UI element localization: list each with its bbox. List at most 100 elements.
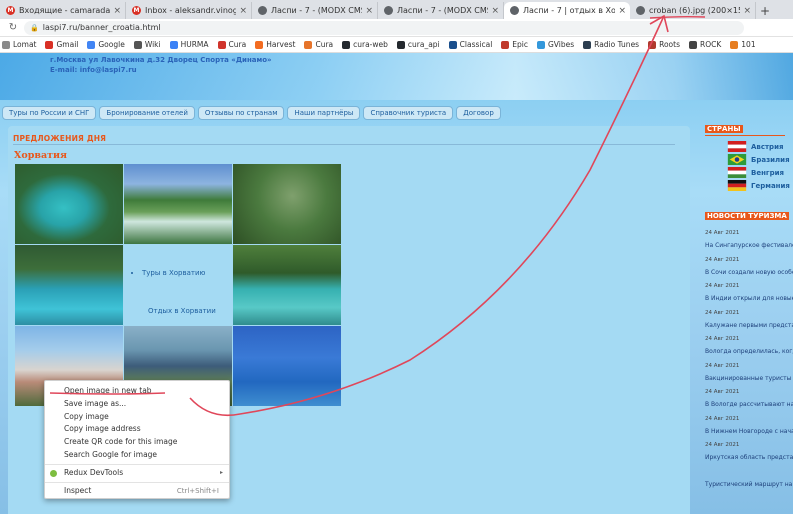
gmail-icon: M [6,6,15,15]
tab-inbox-en[interactable]: M Inbox - aleksandr.vinogra × [126,2,252,19]
bookmark-item[interactable]: Cura [217,40,246,49]
menu-guide[interactable]: Справочник туриста [363,106,454,120]
brazil-flag-icon [727,154,747,165]
news-link[interactable]: Иркутская область представ [705,454,793,461]
bookmark-label: ROCK [700,40,722,49]
germany-flag-icon [727,180,747,191]
news-link[interactable]: Вологда определилась, когда [705,348,793,355]
bookmark-item[interactable]: HURMA [169,40,209,49]
link-holiday-croatia[interactable]: Отдых в Хорватии [148,307,216,315]
country-item-brazil[interactable]: Бразилия [727,154,790,165]
menu-copy-image-address[interactable]: Copy image address [45,423,229,436]
photo-green-lake[interactable] [233,245,341,325]
news-date: 24 Авг 2021 [705,309,740,316]
news-link[interactable]: В Сочи создали новую особе [705,269,793,276]
address-bar[interactable]: 🔒 laspi7.ru/banner_croatia.html [24,20,744,35]
tab-modx-2[interactable]: Ласпи - 7 - (MODX CMS M × [378,2,504,19]
country-name: Венгрия [751,168,784,177]
country-item-germany[interactable]: Германия [727,180,790,191]
bookmark-label: HURMA [180,40,209,49]
menu-contract[interactable]: Договор [456,106,501,120]
bookmark-item[interactable]: Epic [501,40,528,49]
country-item-hungary[interactable]: Венгрия [727,167,784,178]
bookmark-item[interactable]: Google [87,40,125,49]
tab-title: croban (6).jpg (200×150) [649,6,740,15]
bookmark-item[interactable]: Gmail [45,40,78,49]
bookmark-item[interactable]: cura_api [396,40,440,49]
bookmark-item[interactable]: ROCK [689,40,721,49]
close-icon[interactable]: × [491,6,499,16]
bookmark-item[interactable]: Lomat [2,40,36,49]
menu-hotels[interactable]: Бронирование отелей [99,106,195,120]
news-link[interactable]: Калужане первыми представ [705,322,793,329]
close-icon[interactable]: × [365,6,373,16]
bookmark-label: Harvest [266,40,296,49]
country-item-austria[interactable]: Австрия [727,141,783,152]
bookmark-item[interactable]: Radio Tunes [583,40,639,49]
bookmark-label: Classical [459,40,493,49]
divider [705,135,785,136]
menu-separator [45,481,229,483]
menu-open-image-new-tab[interactable]: Open image in new tab [45,385,229,398]
harvest-icon [255,40,264,49]
rock-icon [689,40,697,49]
bookmark-label: cura-web [353,40,388,49]
news-link[interactable]: На Сингапурское фестивале [705,242,793,249]
news-link[interactable]: В Вологде рассчитывают на [705,401,793,408]
photo-lake-shore[interactable] [15,245,123,325]
menu-copy-image[interactable]: Copy image [45,411,229,424]
tab-croatia-active[interactable]: Ласпи - 7 | отдых в Хорва × [504,2,630,19]
bookmark-item[interactable]: 101 [730,40,756,49]
photo-garden-house[interactable] [233,164,341,244]
tab-modx-1[interactable]: Ласпи - 7 - (MODX CMS M × [252,2,378,19]
news-date: 24 Авг 2021 [705,362,740,369]
menu-redux-devtools[interactable]: Redux DevTools ▸ [45,467,229,480]
bookmark-item[interactable]: GVibes [537,40,574,49]
link-tours-croatia[interactable]: Туры в Хорватию [142,269,205,277]
close-icon[interactable]: × [618,6,626,16]
globe-icon [258,6,267,15]
new-tab-button[interactable]: + [756,2,774,19]
bookmark-item[interactable]: Cura [304,40,333,49]
country-name: Австрия [751,142,784,151]
bookmark-item[interactable]: Classical [448,40,493,49]
github-icon [342,40,351,49]
github-icon [396,40,405,49]
tab-inbox-ru[interactable]: M Входящие - camaradavin × [0,2,126,19]
reload-icon[interactable]: ↻ [6,22,20,33]
menu-search-google-image[interactable]: Search Google for image [45,449,229,462]
gvibes-icon [537,40,545,49]
google-icon [87,40,96,49]
globe-icon [636,6,645,15]
shortcut-label: Ctrl+Shift+I [176,486,219,495]
photo-waterfalls[interactable] [124,164,232,244]
news-link[interactable]: В Индии открыли для новые [705,295,793,302]
101-icon [730,40,739,49]
globe-icon [2,40,10,49]
menu-separator [45,463,229,465]
news-link[interactable]: В Нижнем Новгороде с начала [705,428,793,435]
news-link[interactable]: Туристический маршрут на М [705,481,793,488]
tab-title: Ласпи - 7 - (MODX CMS M [271,6,362,15]
close-icon[interactable]: × [239,6,247,16]
close-icon[interactable]: × [113,6,121,16]
tab-croban-image[interactable]: croban (6).jpg (200×150) × [630,2,756,19]
menu-reviews[interactable]: Отзывы по странам [197,106,285,120]
bookmark-item[interactable]: Harvest [255,40,295,49]
tab-title: Входящие - camaradavin [19,6,111,15]
cura-icon [304,40,313,49]
photo-lake-aerial[interactable] [15,164,123,244]
menu-partners[interactable]: Наши партнёры [287,106,361,120]
bookmark-item[interactable]: cura-web [342,40,388,49]
bookmark-item[interactable]: Roots [648,40,680,49]
news-link[interactable]: Вакцинированные туристы см [705,375,793,382]
bookmark-item[interactable]: Wiki [133,40,161,49]
menu-save-image-as[interactable]: Save image as... [45,398,229,411]
menu-tours-russia[interactable]: Туры по России и СНГ [2,106,97,120]
menu-create-qr-code[interactable]: Create QR code for this image [45,436,229,449]
close-icon[interactable]: × [743,6,751,16]
menu-inspect[interactable]: Inspect Ctrl+Shift+I [45,485,229,498]
lock-icon[interactable]: 🔒 [30,24,39,32]
photo-sea[interactable] [233,326,341,406]
bookmarks-bar: Lomat Gmail Google Wiki HURMA Cura Harvest Cura… [0,37,793,53]
